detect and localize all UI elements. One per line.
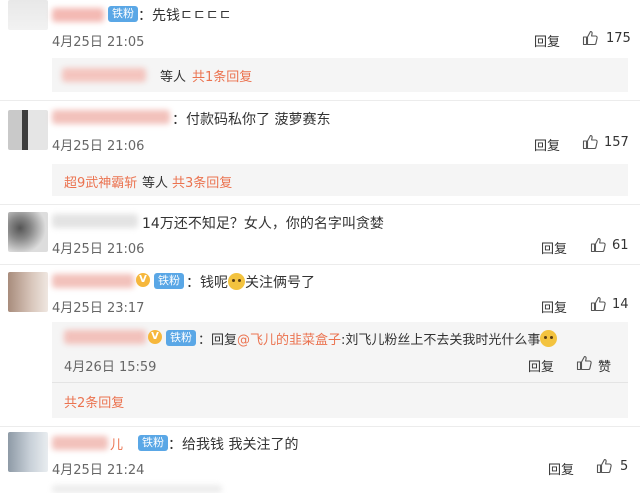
- fan-badge: 铁粉: [166, 330, 196, 346]
- mention-link[interactable]: @飞儿的韭菜盒子: [237, 333, 341, 348]
- comment-date: 4月25日 21:05: [52, 35, 145, 50]
- comment-date: 4月25日 21:24: [52, 463, 145, 478]
- reply-button[interactable]: 回复: [548, 459, 574, 478]
- thumbs-up-icon[interactable]: [582, 134, 598, 150]
- comment-text-part1: ：钱呢: [186, 275, 228, 291]
- comment-date: 4月25日 23:17: [52, 301, 145, 316]
- reply-summary: 超9武神霸斩 等人 共3条回复: [52, 164, 628, 196]
- divider: [52, 382, 628, 383]
- username[interactable]: [52, 436, 108, 450]
- comment-text-part2: 关注俩号了: [245, 275, 315, 291]
- thumbs-up-icon[interactable]: [596, 458, 612, 474]
- view-replies-link[interactable]: 共3条回复: [172, 172, 232, 191]
- comment-text: 14万还不知足？女人，你的名字叫贪婪: [142, 216, 384, 232]
- reply-button[interactable]: 回复: [534, 31, 560, 50]
- fan-badge: 铁粉: [154, 273, 184, 289]
- like-count: 157: [604, 135, 629, 150]
- divider: [0, 100, 640, 101]
- replier-name[interactable]: 超9武神霸斩: [64, 172, 137, 191]
- comment-date: 4月25日 21:06: [52, 242, 145, 257]
- avatar[interactable]: [8, 212, 48, 252]
- replier-name[interactable]: [62, 68, 146, 82]
- like-count: 175: [606, 31, 631, 46]
- like-count: 14: [612, 297, 629, 312]
- avatar[interactable]: [8, 272, 48, 312]
- like-count: 5: [620, 459, 629, 474]
- reply-summary-suffix: 等人: [142, 176, 169, 191]
- comment-text: ：给我钱 我关注了的: [168, 437, 299, 453]
- next-comment-preview: [52, 485, 222, 493]
- avatar[interactable]: [8, 0, 48, 30]
- username[interactable]: [52, 8, 104, 22]
- reply-summary-suffix: 等人: [160, 70, 187, 85]
- smiley-emoji-icon: [540, 330, 558, 347]
- thumbs-up-icon[interactable]: [590, 296, 606, 312]
- thumbs-up-icon[interactable]: [576, 355, 592, 371]
- comment-text: ：付款码私你了 菠萝赛东: [172, 112, 331, 128]
- like-label: 赞: [598, 360, 612, 375]
- verified-v-icon: V: [148, 330, 162, 344]
- username[interactable]: [52, 274, 134, 288]
- avatar[interactable]: [8, 110, 48, 150]
- view-replies-link[interactable]: 共2条回复: [64, 392, 124, 411]
- divider: [0, 426, 640, 427]
- username[interactable]: [52, 110, 170, 124]
- reply-summary: 等人 共1条回复: [52, 58, 628, 92]
- divider: [0, 204, 640, 205]
- fan-badge: 铁粉: [138, 435, 168, 451]
- thumbs-up-icon[interactable]: [582, 30, 598, 46]
- nested-reply-date: 4月26日 15:59: [64, 360, 157, 375]
- view-replies-link[interactable]: 共1条回复: [192, 66, 252, 85]
- nested-reply-text: ：回复@飞儿的韭菜盒子:刘飞儿粉丝上不去关我时光什么事: [198, 329, 558, 348]
- smiley-emoji-icon: [228, 273, 245, 290]
- divider: [0, 264, 640, 265]
- reply-button[interactable]: 回复: [541, 297, 567, 316]
- fan-badge: 铁粉: [108, 6, 138, 22]
- comment-date: 4月25日 21:06: [52, 139, 145, 154]
- thumbs-up-icon[interactable]: [590, 237, 606, 253]
- username[interactable]: [52, 214, 138, 228]
- reply-button[interactable]: 回复: [541, 238, 567, 257]
- reply-prefix: ：回复: [198, 333, 238, 348]
- comment-text: ：先钱ㄷㄷㄷㄷ: [138, 8, 232, 24]
- comment-text: ：钱呢 关注俩号了: [186, 272, 315, 292]
- reply-button[interactable]: 回复: [528, 356, 554, 375]
- reply-body: :刘飞儿粉丝上不去关我时光什么事: [341, 333, 541, 348]
- nested-reply-box: V 铁粉 ：回复@飞儿的韭菜盒子:刘飞儿粉丝上不去关我时光什么事 4月26日 1…: [52, 322, 628, 418]
- username-tail[interactable]: 儿: [110, 434, 123, 453]
- reply-button[interactable]: 回复: [534, 135, 560, 154]
- like-count: 61: [612, 238, 629, 253]
- replier-name[interactable]: [64, 330, 146, 344]
- verified-v-icon: V: [136, 273, 150, 287]
- avatar[interactable]: [8, 432, 48, 472]
